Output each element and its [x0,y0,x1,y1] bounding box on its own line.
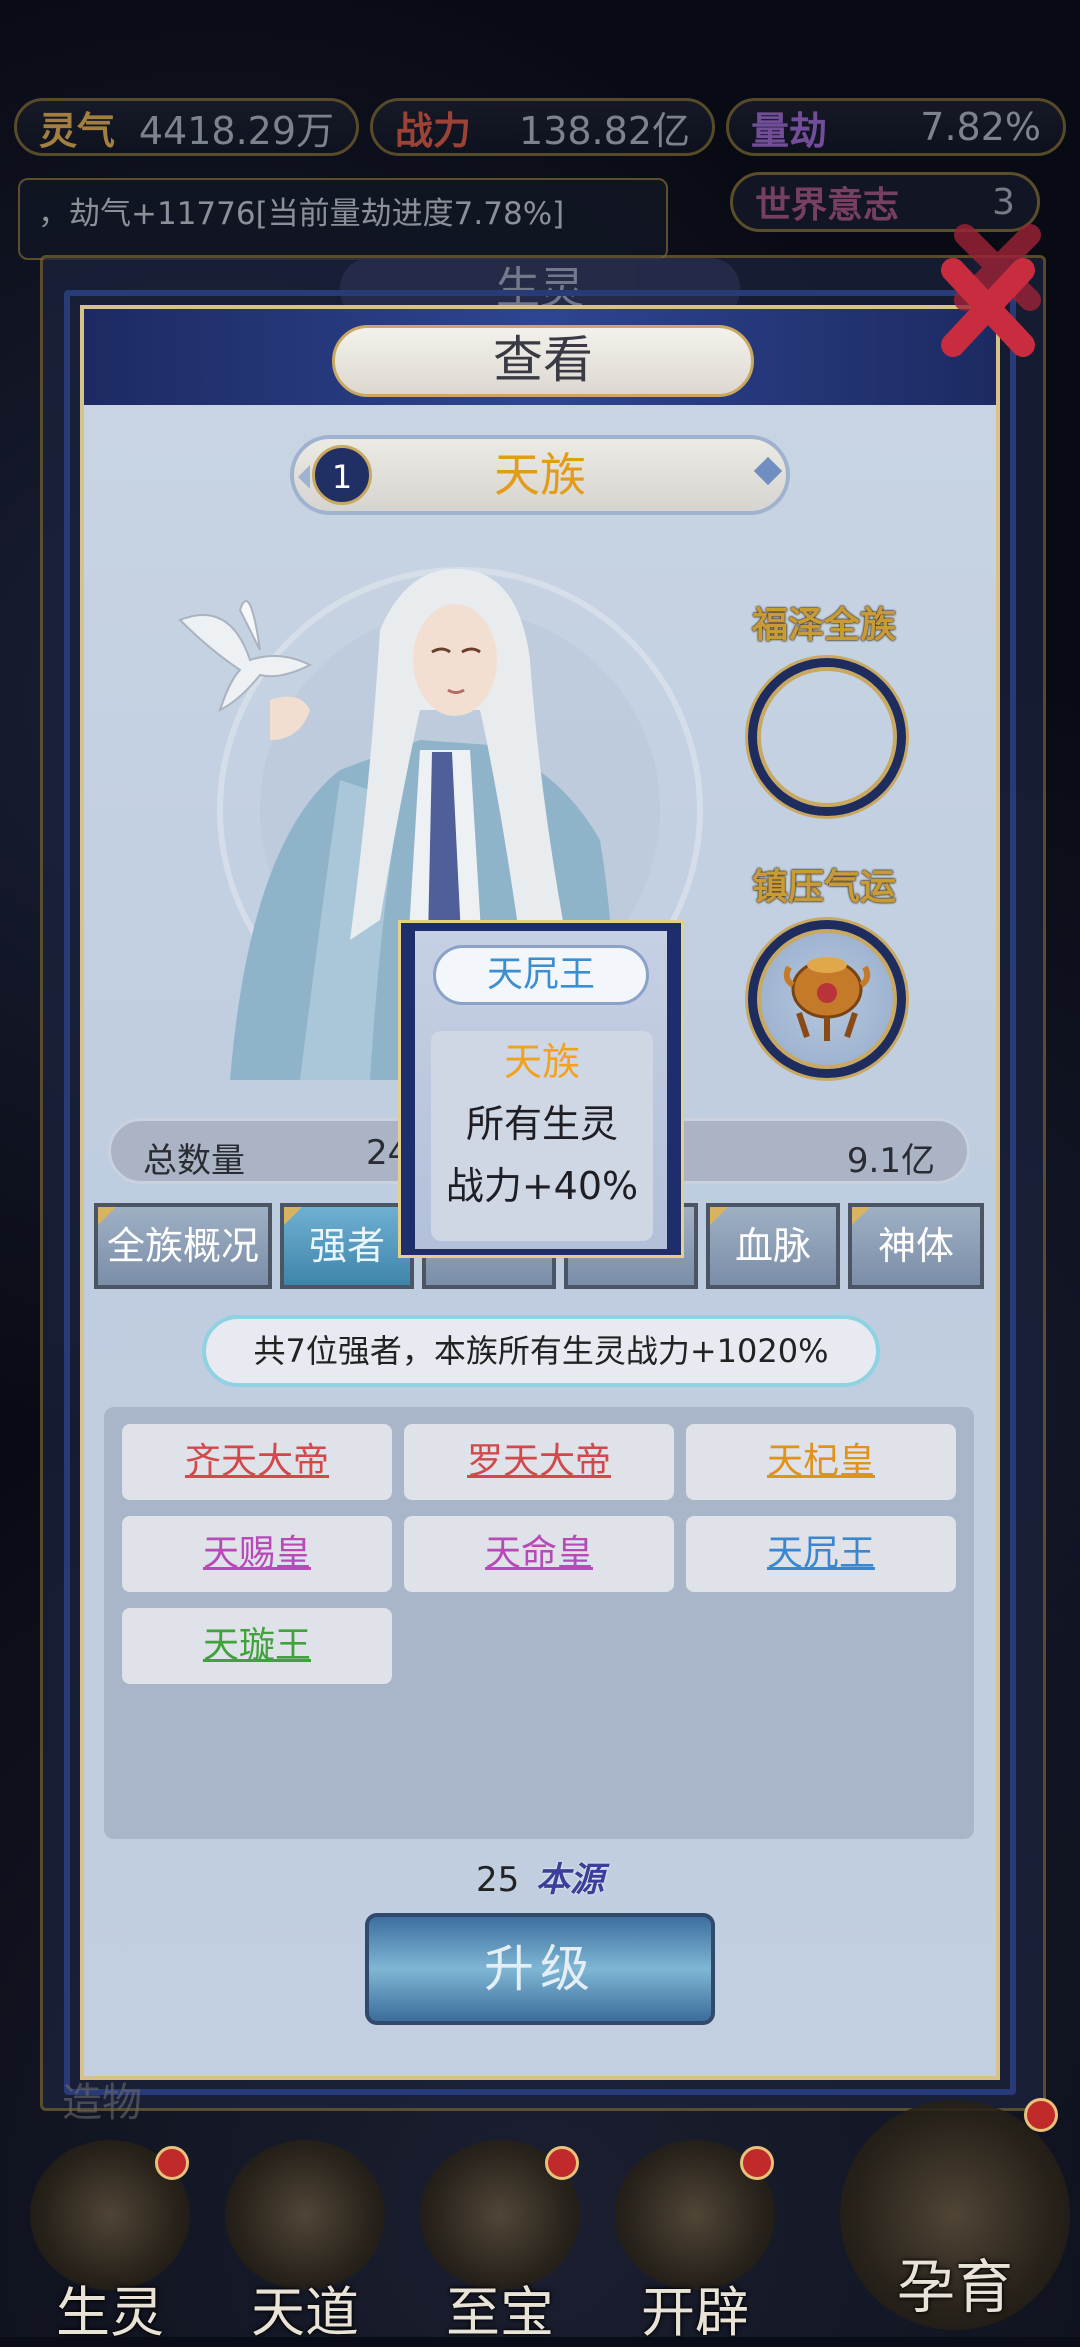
close-icon [941,224,1041,357]
nav-shengling-label: 生灵 [56,2281,164,2344]
cost-resource: 本源 [536,1860,605,1900]
notification-dot [740,2146,774,2180]
faint-background-text: 造物 [62,2080,142,2126]
notification-dot [545,2146,579,2180]
tooltip-target: 所有生灵 [465,1102,618,1146]
tab-divine-body[interactable]: 神体 [848,1203,984,1289]
tab-divine-body-label: 神体 [877,1224,954,1268]
nav-yunyu[interactable]: 孕育 [830,2090,1080,2337]
nav-yunyu-label: 孕育 [896,2253,1013,2321]
nav-kaipi[interactable]: 开辟 [600,2140,790,2344]
tab-overview[interactable]: 全族概况 [94,1203,272,1289]
zhanli-label: 战力 [395,107,472,153]
count-total-value: 9.1亿 [846,1141,935,1181]
zhanli-value: 138.82亿 [519,108,690,153]
tooltip-effect: 战力+40% [445,1164,639,1208]
strongman-item[interactable]: 天杞皇 [686,1424,956,1500]
strongmen-summary: 共7位强者，本族所有生灵战力+1020% [202,1315,880,1387]
nav-zhibao[interactable]: 至宝 [405,2140,595,2344]
tooltip-body: 天族 所有生灵 战力+40% [431,1031,653,1241]
strongman-tooltip: 天凥王 天族 所有生灵 战力+40% [398,920,684,1258]
tab-strongmen[interactable]: 强者 [280,1203,414,1289]
nav-tiandao[interactable]: 天道 [210,2140,400,2344]
count-label: 总数量 [143,1141,245,1181]
tab-bloodline[interactable]: 血脉 [706,1203,840,1289]
nav-tiandao-label: 天道 [251,2281,359,2344]
strongman-item[interactable]: 齐天大帝 [122,1424,392,1500]
suppress-slot[interactable] [748,920,906,1078]
strongman-item[interactable]: 天赐皇 [122,1516,392,1592]
strongman-item[interactable]: 天命皇 [404,1516,674,1592]
strongman-item[interactable]: 天璇王 [122,1608,392,1684]
strongman-item[interactable]: 罗天大帝 [404,1424,674,1500]
lingqi-stat: 灵气 4418.29万 [14,98,359,156]
race-selector[interactable]: 1 天族 [290,435,790,515]
lingqi-label: 灵气 [39,107,116,153]
upgrade-cost: 25 本源 [0,1852,1080,1901]
notification-dot [155,2146,189,2180]
close-button[interactable] [935,215,1055,365]
tooltip-title: 天凥王 [433,945,649,1005]
dialog-title: 查看 [332,325,754,397]
lingqi-value: 4418.29万 [138,108,334,153]
tab-strongmen-label: 强者 [308,1224,385,1268]
tooltip-inner: 天凥王 天族 所有生灵 战力+40% [415,931,667,1249]
strongman-item[interactable]: 天凥王 [686,1516,956,1592]
event-ticker: ，劫气+11776[当前量劫进度7.78%] [18,178,668,260]
blessing-slot[interactable] [748,658,906,816]
nav-zhibao-label: 至宝 [446,2281,554,2344]
liangjie-value: 7.82% [920,105,1041,149]
race-name: 天族 [494,448,586,502]
liangjie-label: 量劫 [751,107,828,153]
notification-dot [1024,2098,1058,2132]
tab-bloodline-label: 血脉 [734,1224,811,1268]
suppress-label: 镇压气运 [752,866,897,908]
tooltip-race: 天族 [503,1040,580,1084]
world-will-label: 世界意志 [755,184,900,226]
nav-shengling[interactable]: 生灵 [15,2140,205,2344]
nav-kaipi-label: 开辟 [641,2281,749,2344]
tab-overview-label: 全族概况 [106,1224,259,1268]
upgrade-button[interactable]: 升级 [365,1913,715,2025]
blessing-label: 福泽全族 [752,604,897,646]
zhanli-stat: 战力 138.82亿 [370,98,715,156]
liangjie-stat: 量劫 7.82% [726,98,1066,156]
censer-icon [783,957,871,1041]
cost-amount: 25 [475,1860,520,1900]
